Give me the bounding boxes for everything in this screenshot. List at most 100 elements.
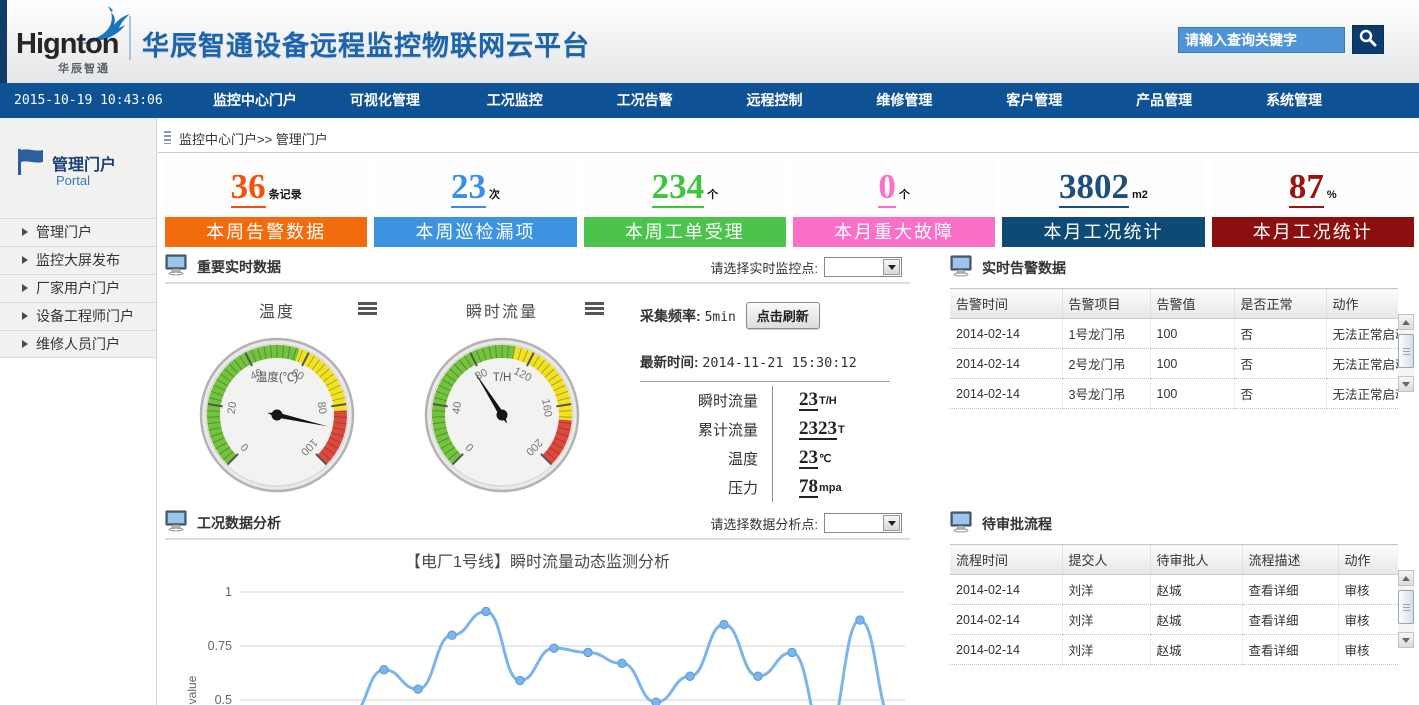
section-title-approval: 待审批流程 xyxy=(982,514,1052,534)
logo: Hignton 华辰智通 xyxy=(16,10,134,74)
condition-analysis-panel: 工况数据分析 请选择数据分析点: 【电厂1号线】瞬时流量动态监测分析 10.75… xyxy=(165,508,910,705)
col-flow-action: 动作 xyxy=(1338,545,1398,575)
stat-value[interactable]: 0 xyxy=(878,168,896,208)
realtime-data-panel: 重要实时数据 请选择实时监控点: 温度 020406080100温度(℃) 瞬时… xyxy=(165,252,910,505)
stat-value[interactable]: 234 xyxy=(652,168,705,208)
svg-text:0.5: 0.5 xyxy=(215,693,232,705)
divider xyxy=(640,381,890,382)
reading-label: 累计流量 xyxy=(640,419,758,440)
nav-item-condition-alarm[interactable]: 工况告警 xyxy=(580,83,710,118)
col-alarm-item: 告警项目 xyxy=(1062,289,1150,319)
stat-card-weekly-alarms[interactable]: 36条记录 本周告警数据 xyxy=(165,160,367,247)
nav-item-remote-control[interactable]: 远程控制 xyxy=(710,83,840,118)
reading-unit: ℃ xyxy=(819,452,831,465)
section-title-realtime: 重要实时数据 xyxy=(197,257,281,277)
alarm-table-header: 告警时间 告警项目 告警值 是否正常 动作 xyxy=(950,289,1398,319)
monitor-point-select[interactable] xyxy=(824,257,902,277)
line-chart-title: 【电厂1号线】瞬时流量动态监测分析 xyxy=(165,548,910,572)
pending-approval-panel: 待审批流程 流程时间 提交人 待审批人 流程描述 动作 2014-02-14刘洋… xyxy=(950,508,1414,705)
stat-value[interactable]: 23 xyxy=(451,168,486,208)
realtime-readings: 采集频率: 5min 点击刷新 最新时间: 2014-11-21 15:30:1… xyxy=(640,302,908,502)
dropdown-arrow-icon[interactable] xyxy=(883,515,900,531)
refresh-button[interactable]: 点击刷新 xyxy=(746,302,820,329)
col-alarm-value: 告警值 xyxy=(1150,289,1234,319)
reading-row-temperature: 温度 23℃ xyxy=(640,444,908,473)
latest-time: 2014-11-21 15:30:12 xyxy=(702,355,856,371)
approval-table-scrollbar[interactable] xyxy=(1398,570,1414,648)
header-edge-strip xyxy=(0,0,7,83)
dashboard-page: Hignton 华辰智通 华辰智通设备远程监控物联网云平台 2015-10-19… xyxy=(0,0,1419,705)
approval-table: 流程时间 提交人 待审批人 流程描述 动作 2014-02-14刘洋赵城查看详细… xyxy=(950,544,1398,665)
approval-row[interactable]: 2014-02-14刘洋赵城查看详细审核 xyxy=(950,605,1398,635)
breadcrumb-path[interactable]: 监控中心门户>> 管理门户 xyxy=(179,129,328,148)
sidebar-item-label: 设备工程师门户 xyxy=(36,308,134,324)
arrow-right-icon xyxy=(22,256,28,264)
temperature-gauge-block: 温度 xyxy=(197,298,357,322)
stat-card-weekly-workorders[interactable]: 234个 本周工单受理 xyxy=(584,160,786,247)
stat-label: 本月工况统计 xyxy=(1002,217,1204,247)
alarm-table: 告警时间 告警项目 告警值 是否正常 动作 2014-02-141号龙门吊100… xyxy=(950,288,1398,409)
stat-value[interactable]: 87 xyxy=(1289,168,1324,208)
temperature-gauge-menu-icon[interactable] xyxy=(358,302,377,315)
stat-card-monthly-condition-area[interactable]: 3802m2 本月工况统计 xyxy=(1002,160,1204,247)
reading-row-total-flow: 累计流量 2323T xyxy=(640,415,908,444)
reading-value: 23 xyxy=(799,448,818,469)
stat-value[interactable]: 3802 xyxy=(1059,168,1129,208)
sidebar-item-label: 监控大屏发布 xyxy=(36,252,120,268)
reading-label: 压力 xyxy=(640,477,758,498)
search-button[interactable] xyxy=(1352,25,1384,54)
scroll-up-icon[interactable] xyxy=(1398,314,1414,330)
sidebar-item-label: 厂家用户门户 xyxy=(36,280,120,296)
reading-unit: T xyxy=(838,424,845,436)
sidebar-item-device-engineer-portal[interactable]: 设备工程师门户 xyxy=(0,302,156,330)
sidebar-item-mgmt-portal[interactable]: 管理门户 xyxy=(0,218,156,246)
reading-value: 2323 xyxy=(799,419,837,440)
sidebar-item-factory-user-portal[interactable]: 厂家用户门户 xyxy=(0,274,156,302)
alarm-table-scrollbar[interactable] xyxy=(1398,314,1414,392)
arrow-right-icon xyxy=(22,228,28,236)
temperature-gauge: 020406080100温度(℃) xyxy=(197,333,357,493)
monitor-icon xyxy=(165,254,189,281)
nav-item-visualization-mgmt[interactable]: 可视化管理 xyxy=(320,83,450,118)
nav-item-condition-monitor[interactable]: 工况监控 xyxy=(450,83,580,118)
alarm-row[interactable]: 2014-02-143号龙门吊100否无法正常启动 xyxy=(950,379,1398,409)
nav-items: 监控中心门户 可视化管理 工况监控 工况告警 远程控制 维修管理 客户管理 产品… xyxy=(190,83,1359,118)
portal-header[interactable]: 管理门户 Portal xyxy=(0,118,156,218)
stat-label: 本周告警数据 xyxy=(165,217,367,247)
nav-item-customer-mgmt[interactable]: 客户管理 xyxy=(969,83,1099,118)
stat-card-monthly-condition-percent[interactable]: 87% 本月工况统计 xyxy=(1212,160,1414,247)
monitor-icon xyxy=(950,511,974,538)
sidebar-item-label: 管理门户 xyxy=(36,224,92,240)
stat-value[interactable]: 36 xyxy=(231,168,266,208)
svg-text:20: 20 xyxy=(226,401,240,415)
search-input[interactable] xyxy=(1178,27,1345,53)
flag-icon xyxy=(16,148,46,181)
svg-text:value: value xyxy=(185,675,199,704)
approval-row[interactable]: 2014-02-14刘洋赵城查看详细审核 xyxy=(950,575,1398,605)
scrollbar-thumb[interactable] xyxy=(1398,334,1414,368)
scroll-down-icon[interactable] xyxy=(1398,632,1414,648)
sidebar-item-maintenance-staff-portal[interactable]: 维修人员门户 xyxy=(0,330,156,358)
alarm-row[interactable]: 2014-02-141号龙门吊100否无法正常启动 xyxy=(950,319,1398,349)
scrollbar-thumb[interactable] xyxy=(1398,590,1414,624)
analysis-point-select-label: 请选择数据分析点: xyxy=(710,514,818,533)
approval-row[interactable]: 2014-02-14刘洋赵城查看详细审核 xyxy=(950,635,1398,665)
stat-card-monthly-major-faults[interactable]: 0个 本月重大故障 xyxy=(793,160,995,247)
sidebar-item-screen-publish[interactable]: 监控大屏发布 xyxy=(0,246,156,274)
reading-label: 瞬时流量 xyxy=(640,390,758,411)
dropdown-arrow-icon[interactable] xyxy=(883,259,900,275)
flow-gauge-menu-icon[interactable] xyxy=(585,302,604,315)
col-alarm-normal: 是否正常 xyxy=(1234,289,1326,319)
svg-text:0.75: 0.75 xyxy=(208,639,232,653)
alarm-row[interactable]: 2014-02-142号龙门吊100否无法正常启动 xyxy=(950,349,1398,379)
stat-card-weekly-inspection-misses[interactable]: 23次 本周巡检漏项 xyxy=(374,160,576,247)
nav-item-monitor-center-portal[interactable]: 监控中心门户 xyxy=(190,83,320,118)
nav-item-maintenance-mgmt[interactable]: 维修管理 xyxy=(839,83,969,118)
scroll-up-icon[interactable] xyxy=(1398,570,1414,586)
svg-text:1: 1 xyxy=(225,585,232,599)
stat-label: 本月工况统计 xyxy=(1212,217,1414,247)
nav-item-system-mgmt[interactable]: 系统管理 xyxy=(1229,83,1359,118)
analysis-point-select[interactable] xyxy=(824,513,902,533)
scroll-down-icon[interactable] xyxy=(1398,376,1414,392)
nav-item-product-mgmt[interactable]: 产品管理 xyxy=(1099,83,1229,118)
